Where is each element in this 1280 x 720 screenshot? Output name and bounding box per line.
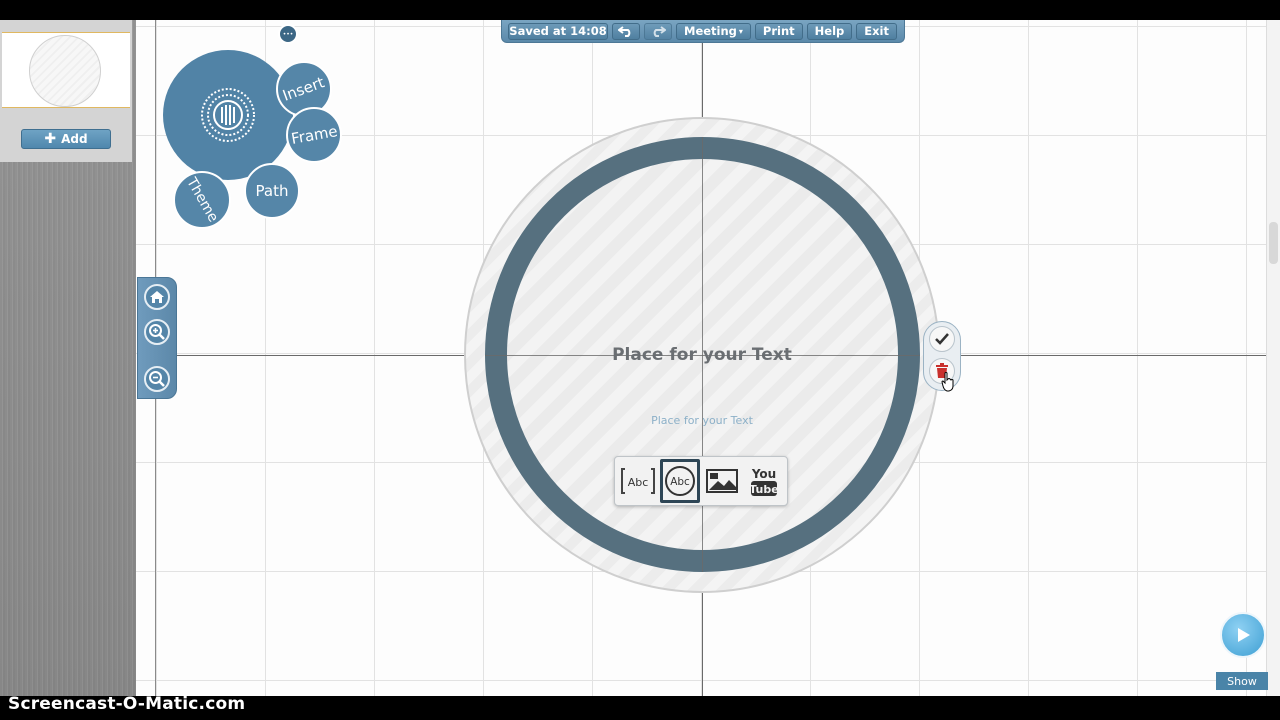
check-icon	[935, 333, 949, 345]
bubble-menu-center[interactable]	[163, 50, 293, 180]
bubble-mini-label: •••	[282, 30, 294, 38]
zoom-out-icon	[149, 371, 165, 387]
plus-icon: ✚	[44, 131, 57, 147]
show-button[interactable]	[1220, 612, 1266, 658]
bubble-theme-label: Theme	[182, 175, 221, 225]
insert-image-button[interactable]	[702, 459, 742, 503]
add-slide-button[interactable]: ✚ Add	[21, 129, 111, 149]
zoom-in-button[interactable]	[144, 319, 170, 345]
insert-youtube-button[interactable]: You Tube	[744, 459, 784, 503]
text-circle-label: Abc	[670, 476, 690, 488]
print-button[interactable]: Print	[754, 22, 803, 40]
youtube-bottom-label: Tube	[749, 483, 778, 496]
bubble-insert-label: Insert	[280, 73, 328, 105]
slides-sidebar: ✚ Add	[0, 20, 136, 696]
insert-text-circle-button[interactable]: Abc	[660, 459, 700, 503]
frame-body-text[interactable]: Place for your Text	[602, 414, 802, 427]
bubble-frame[interactable]: Frame	[286, 107, 342, 163]
scroll-thumb[interactable]	[1269, 222, 1278, 264]
bubble-frame-label: Frame	[289, 122, 339, 148]
play-icon	[1238, 628, 1250, 642]
saved-status: Saved at 14:08	[508, 22, 608, 40]
home-button[interactable]	[144, 284, 170, 310]
redo-icon	[653, 26, 666, 37]
bubble-menu-mini[interactable]: •••	[278, 24, 298, 44]
prezi-logo-icon	[201, 88, 255, 142]
content-type-chooser: Abc Abc You Tube	[614, 456, 788, 506]
youtube-top-label: You	[751, 467, 776, 481]
confirm-button[interactable]	[929, 326, 955, 352]
meeting-dropdown[interactable]: Meeting ▾	[676, 22, 751, 40]
bubble-path-label: Path	[255, 182, 289, 200]
screencast-watermark: Screencast-O-Matic.com	[8, 694, 246, 714]
zoom-out-button[interactable]	[144, 366, 170, 392]
help-button[interactable]: Help	[806, 22, 853, 40]
image-icon	[706, 469, 738, 493]
vertical-scrollbar[interactable]	[1266, 20, 1280, 696]
show-label: Show	[1216, 672, 1268, 690]
hand-cursor-icon	[941, 372, 954, 392]
slide-thumbnail[interactable]	[2, 32, 130, 108]
undo-icon	[618, 26, 631, 37]
thumbnail-circle-frame	[29, 35, 101, 107]
slide-thumbnails: ✚ Add	[0, 20, 132, 162]
exit-button[interactable]: Exit	[856, 22, 897, 40]
youtube-icon: You Tube	[749, 467, 779, 496]
undo-button[interactable]	[612, 22, 640, 40]
insert-text-box-button[interactable]: Abc	[618, 459, 658, 503]
meeting-label: Meeting	[684, 24, 737, 38]
text-box-icon: Abc	[621, 468, 655, 494]
top-toolbar: Saved at 14:08 Meeting ▾ Print Help Exit	[501, 20, 905, 43]
bubble-path[interactable]: Path	[244, 163, 300, 219]
app-window: ✚ Add Saved at 14:08 Meeting ▾ Print Hel…	[0, 20, 1280, 696]
frame-title-text[interactable]: Place for your Text	[552, 345, 852, 365]
top-black-bar	[0, 0, 1280, 20]
text-circle-icon: Abc	[665, 466, 695, 496]
zoom-in-icon	[149, 324, 165, 340]
zoom-navigation	[137, 277, 177, 399]
show-presentation[interactable]: Show	[1216, 612, 1268, 696]
redo-button[interactable]	[644, 22, 672, 40]
home-icon	[150, 291, 164, 303]
text-box-label: Abc	[628, 476, 649, 489]
bubble-theme[interactable]: Theme	[173, 171, 231, 229]
add-slide-label: Add	[61, 132, 88, 146]
chevron-down-icon: ▾	[738, 26, 743, 36]
